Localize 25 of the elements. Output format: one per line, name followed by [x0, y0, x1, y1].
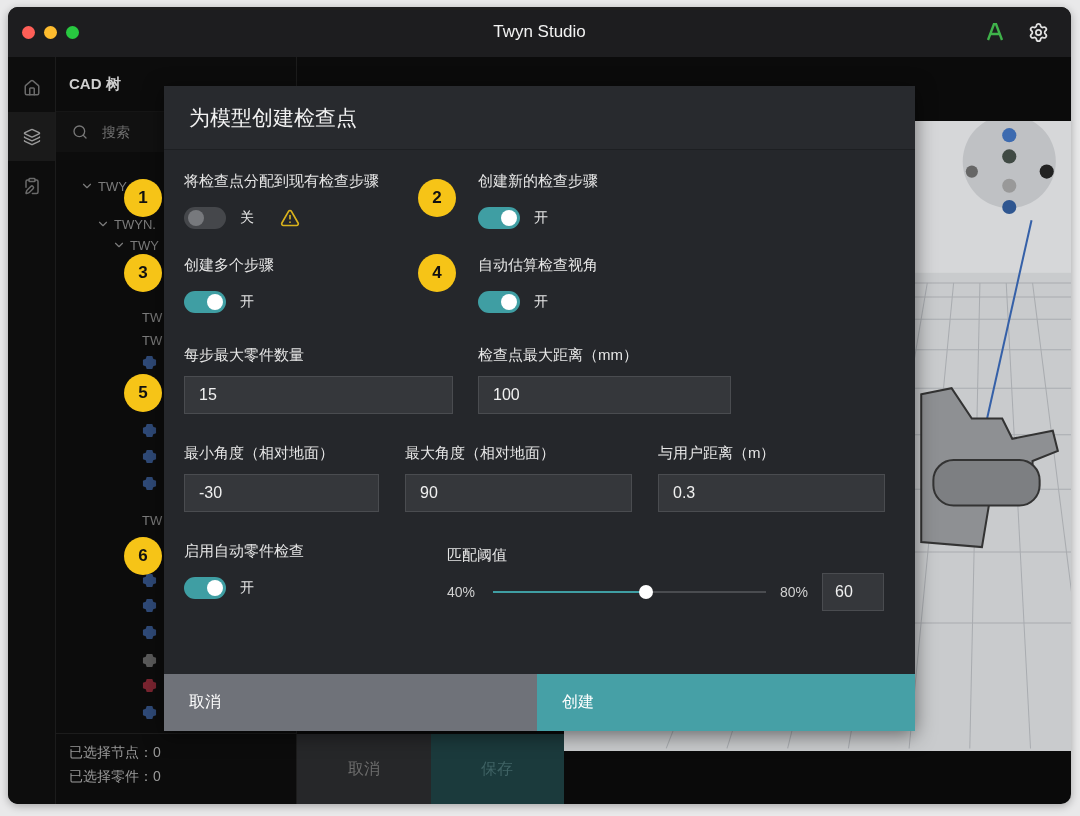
- slider-max-label: 80%: [780, 584, 809, 600]
- number-badge: 2: [418, 179, 456, 217]
- toggle-state: 开: [240, 579, 254, 597]
- field-label: 最小角度（相对地面）: [184, 443, 334, 463]
- toggle-state: 开: [534, 209, 548, 227]
- slider-min-label: 40%: [447, 584, 476, 600]
- field-label: 创建多个步骤: [184, 255, 274, 275]
- panel-title: CAD 树: [69, 74, 121, 94]
- toggle-state: 开: [534, 293, 548, 311]
- field-label: 将检查点分配到现有检查步骤: [184, 171, 379, 191]
- window-title: Twyn Studio: [493, 22, 586, 42]
- status-text: 已选择零件：0: [69, 768, 162, 786]
- field-label: 启用自动零件检查: [184, 541, 304, 561]
- toggle-state: 关: [240, 209, 254, 227]
- field-label: 与用户距离（m）: [658, 443, 776, 463]
- number-badge: 4: [418, 254, 456, 292]
- toggle-state: 开: [240, 293, 254, 311]
- field-label: 最大角度（相对地面）: [405, 443, 555, 463]
- field-label: 匹配阈值: [447, 545, 508, 565]
- field-label: 创建新的检查步骤: [478, 171, 598, 191]
- field-label: 自动估算检查视角: [478, 255, 598, 275]
- dialog-title: 为模型创建检查点: [189, 104, 357, 131]
- field-label: 每步最大零件数量: [184, 345, 304, 365]
- field-label: 检查点最大距离（mm）: [478, 345, 638, 365]
- status-text: 已选择节点：0: [69, 744, 162, 762]
